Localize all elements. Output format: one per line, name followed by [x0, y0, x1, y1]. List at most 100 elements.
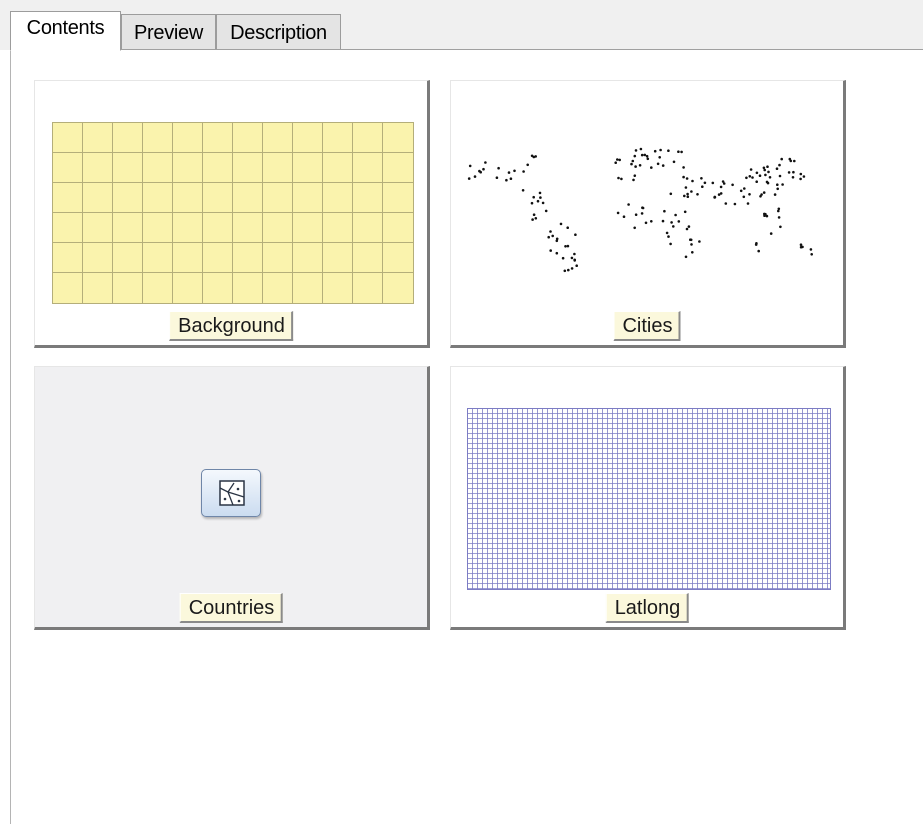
city-point	[779, 225, 782, 229]
item-label-background: Background	[169, 311, 293, 341]
city-point	[685, 227, 689, 231]
city-point	[574, 233, 577, 236]
city-point	[748, 175, 752, 178]
city-point	[684, 255, 688, 259]
city-point	[547, 235, 550, 239]
tab-description[interactable]: Description	[216, 14, 341, 50]
city-point	[468, 164, 472, 168]
city-point	[689, 238, 693, 242]
city-point	[724, 202, 728, 205]
city-point	[799, 177, 802, 181]
city-point	[749, 168, 753, 171]
city-point	[748, 193, 751, 196]
city-point	[682, 175, 685, 179]
city-point	[682, 166, 685, 169]
city-point	[670, 221, 673, 224]
city-point	[677, 150, 680, 153]
city-point	[495, 176, 499, 179]
city-point	[633, 154, 637, 158]
city-point	[530, 201, 534, 205]
city-point	[634, 149, 638, 152]
city-point	[561, 256, 565, 260]
city-point	[522, 170, 525, 173]
city-point	[777, 209, 780, 213]
city-point	[777, 207, 781, 211]
city-point	[575, 264, 578, 267]
city-point	[667, 235, 670, 238]
city-point	[538, 191, 542, 195]
item-cities[interactable]: Cities	[450, 80, 846, 348]
city-point	[661, 164, 665, 167]
city-point	[665, 231, 669, 235]
city-point	[684, 186, 688, 189]
grid-thumbnail-icon	[52, 122, 414, 304]
city-point	[686, 195, 690, 198]
city-point	[566, 244, 570, 248]
feature-dataset-icon	[201, 469, 261, 517]
city-point	[778, 174, 782, 178]
city-point	[787, 171, 791, 174]
city-point	[641, 206, 645, 210]
city-point	[700, 177, 703, 180]
item-label-cities: Cities	[613, 311, 681, 341]
city-point	[532, 155, 536, 159]
city-point	[778, 163, 781, 167]
city-point	[769, 232, 773, 235]
city-point	[505, 178, 508, 182]
city-point	[674, 213, 677, 217]
graticule-thumbnail-icon	[467, 408, 831, 590]
item-latlong[interactable]: Latlong	[450, 366, 846, 630]
city-point	[799, 172, 803, 176]
city-point	[773, 193, 777, 196]
item-background[interactable]: Background	[34, 80, 430, 348]
city-point	[618, 158, 621, 162]
city-point	[799, 243, 803, 246]
city-point	[661, 219, 665, 223]
city-point	[640, 212, 644, 215]
city-point	[776, 187, 779, 191]
city-point	[781, 183, 784, 186]
city-point	[549, 249, 552, 252]
tab-contents[interactable]: Contents	[10, 11, 121, 51]
city-point	[614, 161, 617, 164]
city-point	[733, 202, 737, 206]
city-point	[713, 195, 717, 199]
city-point	[536, 199, 540, 203]
city-point	[745, 176, 748, 180]
city-point	[555, 251, 559, 255]
point-map-thumbnail-icon	[467, 147, 813, 273]
city-point	[743, 187, 746, 190]
city-point	[633, 226, 636, 230]
city-point	[484, 161, 487, 164]
city-point	[672, 225, 675, 228]
city-point	[698, 240, 701, 243]
city-point	[764, 173, 767, 177]
city-point	[521, 189, 525, 192]
city-point	[669, 192, 673, 196]
city-point	[802, 175, 806, 178]
city-point	[742, 195, 746, 199]
city-point	[616, 158, 619, 161]
city-point	[567, 268, 570, 272]
city-point	[627, 203, 630, 206]
city-point	[566, 226, 569, 229]
item-countries[interactable]: Countries	[34, 366, 430, 630]
city-point	[767, 170, 770, 174]
tab-preview[interactable]: Preview	[121, 14, 216, 50]
city-point	[532, 213, 536, 216]
city-point	[685, 177, 689, 180]
city-point	[672, 160, 676, 164]
city-point	[570, 256, 574, 260]
city-point	[683, 210, 687, 214]
city-point	[551, 234, 554, 238]
city-point	[646, 157, 650, 161]
city-point	[643, 153, 647, 157]
city-point	[683, 194, 686, 198]
city-point	[645, 154, 649, 158]
city-point	[570, 267, 574, 270]
city-point	[531, 218, 534, 221]
city-point	[746, 202, 750, 205]
city-point	[656, 162, 660, 166]
city-point	[762, 191, 766, 194]
city-point	[765, 180, 769, 184]
